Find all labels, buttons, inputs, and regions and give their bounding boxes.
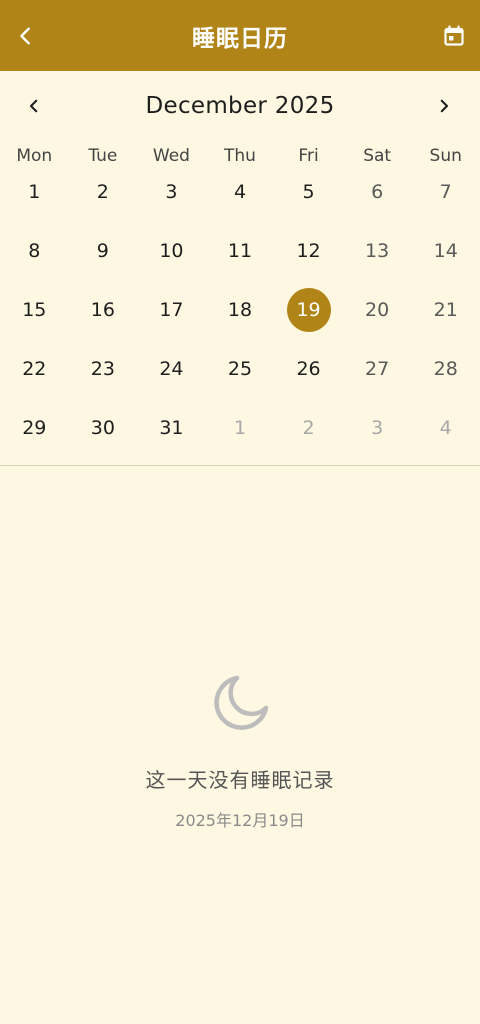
day-cell[interactable]: 25 — [206, 339, 275, 398]
day-number: 8 — [28, 239, 41, 262]
next-month-button[interactable] — [428, 90, 460, 122]
day-cell[interactable]: 28 — [411, 339, 480, 398]
weekday-label: Sat — [363, 146, 392, 163]
moon-icon — [214, 675, 269, 730]
weekday-label: Mon — [16, 146, 53, 163]
day-cell[interactable]: 23 — [69, 339, 138, 398]
previous-month-button[interactable] — [18, 90, 50, 122]
day-cell[interactable]: 18 — [206, 280, 275, 339]
day-cell[interactable]: 7 — [411, 162, 480, 221]
calendar-grid: 1 2 3 4 5 6 7 8 9 10 11 12 13 14 15 16 17 18 19 20 21 22 23 24 2… — [0, 162, 480, 457]
day-cell[interactable]: 15 — [0, 280, 69, 339]
weekday-label: Tue — [88, 146, 118, 163]
day-cell[interactable]: 5 — [274, 162, 343, 221]
day-number: 12 — [296, 239, 321, 262]
weekday-label: Fri — [298, 146, 319, 163]
chevron-left-icon — [29, 99, 38, 113]
day-cell[interactable]: 27 — [343, 339, 412, 398]
weekday-label: Wed — [152, 146, 190, 163]
day-number: 25 — [227, 357, 253, 380]
calendar-button[interactable] — [438, 20, 470, 52]
day-number: 27 — [365, 357, 390, 380]
day-cell[interactable]: 29 — [0, 398, 69, 457]
day-cell[interactable]: 17 — [137, 280, 206, 339]
day-cell[interactable]: 8 — [0, 221, 69, 280]
day-number: 19 — [286, 287, 331, 332]
day-cell[interactable]: 20 — [343, 280, 412, 339]
day-cell[interactable]: 26 — [274, 339, 343, 398]
day-cell[interactable]: 2 — [274, 398, 343, 457]
day-number: 20 — [365, 298, 390, 321]
day-number: 30 — [90, 416, 115, 439]
back-button[interactable] — [10, 20, 42, 52]
day-cell[interactable]: 2 — [69, 162, 138, 221]
day-number: 26 — [296, 357, 321, 380]
day-number: 13 — [365, 239, 390, 262]
weekday-label: Thu — [224, 146, 256, 163]
day-cell[interactable]: 31 — [137, 398, 206, 457]
day-cell[interactable]: 3 — [343, 398, 412, 457]
day-cell[interactable]: 3 — [137, 162, 206, 221]
day-number: 15 — [22, 298, 47, 321]
day-cell[interactable]: 22 — [0, 339, 69, 398]
day-number: 29 — [22, 416, 47, 439]
day-number: 24 — [159, 357, 184, 380]
day-cell[interactable]: 24 — [137, 339, 206, 398]
chevron-left-icon — [20, 27, 30, 45]
day-number: 23 — [90, 357, 115, 380]
day-number: 4 — [233, 180, 247, 203]
day-number: 22 — [22, 357, 47, 380]
day-number: 1 — [233, 416, 247, 439]
day-number: 2 — [96, 180, 109, 203]
day-number: 9 — [96, 239, 109, 262]
day-number: 11 — [227, 239, 253, 262]
day-cell[interactable]: 1 — [206, 398, 275, 457]
day-number: 31 — [159, 416, 184, 439]
day-cell[interactable]: 11 — [206, 221, 275, 280]
day-cell[interactable]: 9 — [69, 221, 138, 280]
day-number: 10 — [159, 239, 184, 262]
app-header: 睡眠日历 — [0, 0, 480, 71]
day-number: 3 — [371, 416, 384, 439]
weekday-header: Mon Tue Wed Thu Fri Sat Sun — [0, 142, 480, 163]
day-number: 21 — [433, 298, 458, 321]
page-title: 睡眠日历 — [192, 25, 288, 52]
day-cell[interactable]: 13 — [343, 221, 412, 280]
weekday-label: Sun — [429, 146, 462, 163]
day-cell[interactable]: 21 — [411, 280, 480, 339]
day-cell[interactable]: 4 — [206, 162, 275, 221]
selected-date-label: 2025年12月19日 — [175, 811, 305, 830]
sleep-calendar-screen: 睡眠日历 December 2025 Mon Tue Wed Thu Fri Sat Sun… — [0, 0, 480, 1024]
day-cell[interactable]: 1 — [0, 162, 69, 221]
day-number: 3 — [165, 180, 178, 203]
empty-state-message: 这一天没有睡眠记录 — [145, 768, 335, 792]
day-cell[interactable]: 10 — [137, 221, 206, 280]
month-navigator: December 2025 — [0, 86, 480, 126]
day-number: 14 — [433, 239, 458, 262]
day-number: 2 — [302, 416, 315, 439]
day-number: 28 — [433, 357, 458, 380]
day-number: 7 — [439, 180, 452, 203]
day-cell-selected[interactable]: 19 — [274, 280, 343, 339]
day-cell[interactable]: 6 — [343, 162, 412, 221]
day-cell[interactable]: 30 — [69, 398, 138, 457]
day-number: 4 — [439, 416, 452, 439]
chevron-right-icon — [440, 99, 449, 113]
day-number: 6 — [371, 180, 384, 203]
day-number: 1 — [28, 180, 41, 203]
day-number: 5 — [302, 180, 315, 203]
day-cell[interactable]: 4 — [411, 398, 480, 457]
divider — [0, 465, 480, 466]
calendar-icon — [444, 25, 464, 46]
day-cell[interactable]: 16 — [69, 280, 138, 339]
day-number: 17 — [159, 298, 184, 321]
day-cell[interactable]: 14 — [411, 221, 480, 280]
day-number: 16 — [90, 298, 115, 321]
day-number: 18 — [227, 298, 253, 321]
empty-state: 这一天没有睡眠记录 2025年12月19日 — [0, 672, 480, 831]
month-title: December 2025 — [145, 93, 335, 119]
day-cell[interactable]: 12 — [274, 221, 343, 280]
